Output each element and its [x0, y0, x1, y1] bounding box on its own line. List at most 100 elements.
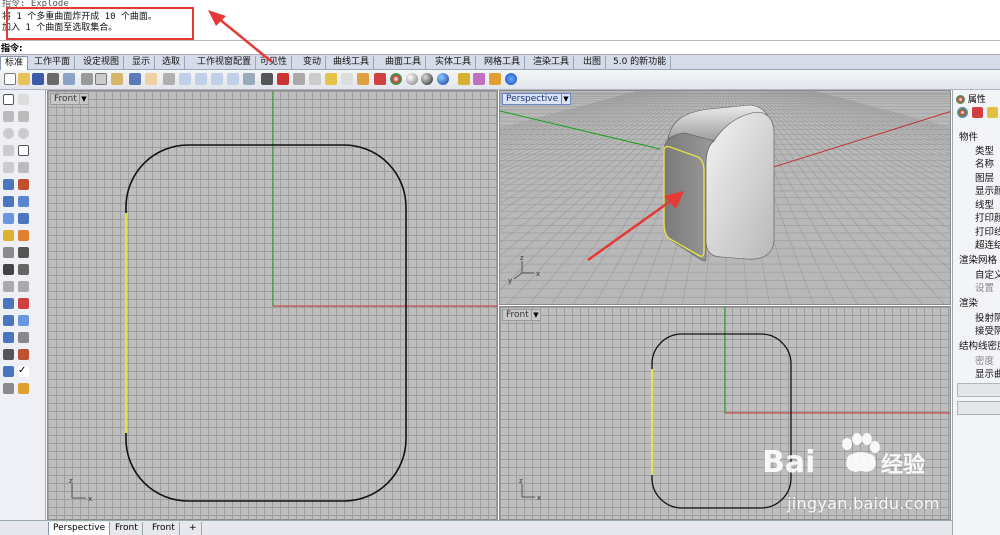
circle-icon[interactable]	[3, 128, 14, 139]
arc-icon[interactable]	[3, 145, 14, 156]
polyline-icon[interactable]	[3, 111, 14, 122]
cut-icon[interactable]	[81, 73, 93, 85]
pan-hand-icon[interactable]	[145, 73, 157, 85]
undo-view-icon[interactable]	[243, 73, 255, 85]
split-icon[interactable]	[18, 247, 29, 258]
color-wheel-icon[interactable]	[390, 73, 402, 85]
fillet-curve-icon[interactable]	[18, 162, 29, 173]
solid-box-icon[interactable]	[3, 196, 14, 207]
block-icon[interactable]	[18, 315, 29, 326]
select-icon[interactable]	[309, 73, 321, 85]
light-bulb-icon[interactable]	[341, 73, 353, 85]
surface-icon[interactable]	[3, 179, 14, 190]
properties-icon[interactable]	[357, 73, 369, 85]
print-icon[interactable]	[47, 73, 59, 85]
layout-icon[interactable]	[18, 332, 29, 343]
match-button[interactable]	[957, 383, 1000, 397]
trim-icon[interactable]	[18, 230, 29, 241]
join-icon[interactable]	[3, 247, 14, 258]
toolbar-tab[interactable]: 工作平面	[30, 56, 76, 70]
toolbar-tab[interactable]: 实体工具	[431, 56, 477, 70]
paste-icon[interactable]	[111, 73, 123, 85]
car-icon[interactable]	[277, 73, 289, 85]
toolbar-tab[interactable]: 选取	[158, 56, 186, 70]
zoom-window-icon[interactable]	[195, 73, 207, 85]
toolbar-tab[interactable]: 曲线工具	[329, 56, 375, 70]
explode-icon[interactable]	[3, 230, 14, 241]
rounded-box-model[interactable]	[663, 104, 775, 262]
section-render-mesh[interactable]: 渲染网格	[959, 252, 997, 266]
copy-icon[interactable]	[95, 73, 107, 85]
render-palette-icon[interactable]	[374, 73, 386, 85]
chevron-down-icon[interactable]: ▼	[79, 93, 89, 105]
viewport-tab-perspective[interactable]: Perspective	[48, 522, 111, 535]
history-icon[interactable]	[3, 366, 14, 377]
toolbar-tab[interactable]: 网格工具	[480, 56, 526, 70]
drafting-icon[interactable]	[3, 383, 14, 394]
rendered-sphere-icon[interactable]	[421, 73, 433, 85]
toolbar-tab[interactable]: 工作视窗配置	[193, 56, 257, 70]
text-icon[interactable]	[18, 264, 29, 275]
move-icon[interactable]	[458, 73, 470, 85]
details-button[interactable]	[957, 401, 1000, 415]
viewport-tab-front[interactable]: Front	[148, 522, 180, 535]
toolbar-tab[interactable]: 显示	[128, 56, 156, 70]
mirror-icon[interactable]	[18, 298, 29, 309]
toolbar-tab[interactable]: 5.0 的新功能	[609, 56, 672, 70]
help-icon[interactable]	[505, 73, 517, 85]
viewport-title[interactable]: Front	[50, 93, 81, 105]
check-icon[interactable]: ✓	[18, 366, 29, 377]
snap-icon[interactable]	[293, 73, 305, 85]
material-sphere-icon[interactable]	[437, 73, 449, 85]
dimension-icon[interactable]	[3, 264, 14, 275]
zoom-selected-icon[interactable]	[227, 73, 239, 85]
chevron-down-icon[interactable]: ▼	[561, 93, 571, 105]
rectangle-icon[interactable]	[18, 145, 29, 156]
toolbar-tab[interactable]: 曲面工具	[381, 56, 427, 70]
options-icon[interactable]	[473, 73, 485, 85]
light-icon[interactable]	[987, 107, 998, 118]
save-icon[interactable]	[32, 73, 44, 85]
section-render[interactable]: 渲染	[959, 295, 978, 309]
array-icon[interactable]	[3, 298, 14, 309]
grid-icon[interactable]	[3, 349, 14, 360]
toolbar-tab[interactable]: 设定视图	[79, 56, 125, 70]
undo-icon[interactable]	[129, 73, 141, 85]
layer-icon[interactable]	[325, 73, 337, 85]
mesh-icon[interactable]	[3, 213, 14, 224]
zoom-icon[interactable]	[179, 73, 191, 85]
four-viewports-icon[interactable]	[261, 73, 273, 85]
point-icon[interactable]	[18, 94, 29, 105]
toolbar-tab[interactable]: 变动	[299, 56, 327, 70]
toolbar-tab[interactable]: 出图	[579, 56, 607, 70]
object-properties-icon[interactable]	[957, 107, 968, 118]
import-icon[interactable]	[63, 73, 75, 85]
viewport-perspective[interactable]: z x y Perspective ▼	[499, 90, 951, 305]
material-icon[interactable]	[972, 107, 983, 118]
loft-icon[interactable]	[18, 179, 29, 190]
move-icon[interactable]	[3, 281, 14, 292]
group-icon[interactable]	[3, 315, 14, 326]
shaded-sphere-icon[interactable]	[406, 73, 418, 85]
render-icon[interactable]	[18, 349, 29, 360]
toolbar-tab[interactable]: 可见性	[256, 56, 293, 70]
rotate-view-icon[interactable]	[163, 73, 175, 85]
rounded-profile-curve[interactable]	[125, 144, 407, 502]
viewport-title[interactable]: Perspective	[502, 93, 563, 105]
polygon-icon[interactable]	[3, 162, 14, 173]
new-file-icon[interactable]	[4, 73, 16, 85]
properties-tab[interactable]: 属性	[956, 92, 986, 105]
viewport-front-main[interactable]: z x Front ▼	[47, 90, 498, 520]
toolbar-tab[interactable]: 渲染工具	[529, 56, 575, 70]
ellipse-icon[interactable]	[18, 128, 29, 139]
chevron-down-icon[interactable]: ▼	[531, 309, 541, 321]
zoom-extents-icon[interactable]	[211, 73, 223, 85]
toolbar-tab[interactable]: 标准	[0, 56, 29, 70]
section-object[interactable]: 物件	[959, 129, 978, 143]
solid-sphere-icon[interactable]	[18, 196, 29, 207]
section-isocurve-density[interactable]: 结构线密度	[959, 338, 1000, 352]
extra-tools-icon[interactable]	[18, 383, 29, 394]
analyze-icon[interactable]	[3, 332, 14, 343]
rotate-icon[interactable]	[18, 281, 29, 292]
open-folder-icon[interactable]	[18, 73, 30, 85]
